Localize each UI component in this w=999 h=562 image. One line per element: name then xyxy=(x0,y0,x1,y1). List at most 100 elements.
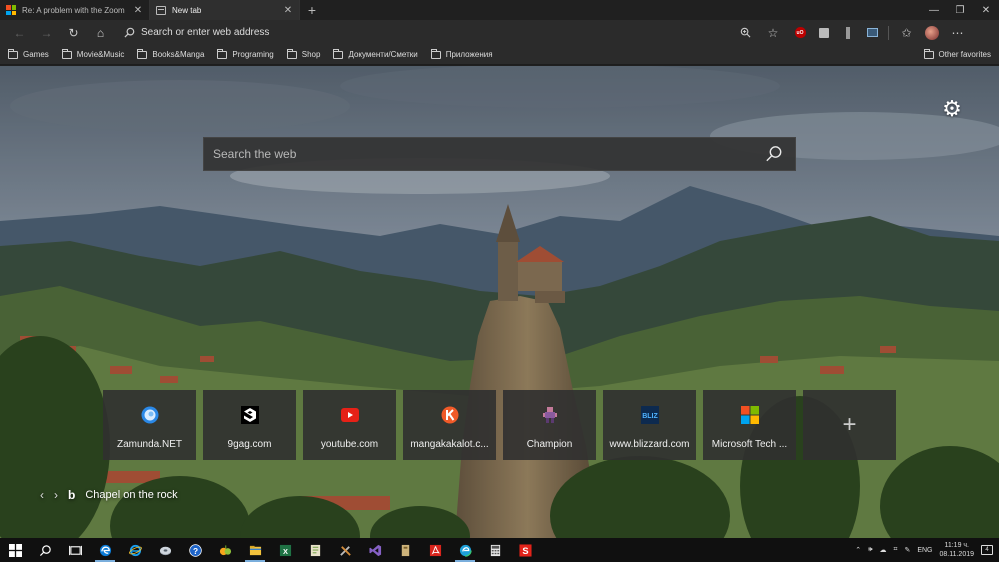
svg-text:BLIZ: BLIZ xyxy=(642,413,658,420)
taskbar-internet-explorer[interactable] xyxy=(120,538,150,562)
favorite-folder-documents[interactable]: Документи/Сметки xyxy=(333,48,418,59)
clock-date: 08.11.2019 xyxy=(939,551,974,558)
disk-app-icon xyxy=(159,546,171,555)
snip-icon: S xyxy=(518,543,532,557)
network-icon[interactable]: ⌗ xyxy=(893,546,897,554)
favorite-folder-books-manga[interactable]: Books&Manga xyxy=(137,48,204,59)
favorite-folder-applications[interactable]: Приложения xyxy=(430,48,493,59)
navigation-toolbar: ← → ↻ ⌂ Search or enter web address ☆ uO… xyxy=(0,20,999,45)
refresh-button[interactable]: ↻ xyxy=(60,22,87,44)
windows-taskbar: ? X S ⌃ 🕪 ☁ ⌗ ✎ ENG 11:19 ч. 08.11.2019 … xyxy=(0,538,999,562)
chevron-up-icon[interactable]: ⌃ xyxy=(855,546,861,554)
language-indicator[interactable]: ENG xyxy=(917,547,932,554)
top-site-tile-mangakakalot[interactable]: mangakakalot.c... xyxy=(403,390,496,460)
favorite-star-icon[interactable]: ☆ xyxy=(762,22,784,44)
favorite-folder-games[interactable]: Games xyxy=(8,48,49,59)
taskbar-app-disk[interactable] xyxy=(150,538,180,562)
top-site-tile-zamunda[interactable]: Zamunda.NET xyxy=(103,390,196,460)
profile-avatar[interactable] xyxy=(920,22,944,44)
taskbar-notes-app[interactable] xyxy=(300,538,330,562)
top-site-tile-champion[interactable]: Champion xyxy=(503,390,596,460)
plus-icon: + xyxy=(842,411,857,438)
notifications-icon[interactable]: 4 xyxy=(981,545,993,555)
taskbar-tools-app[interactable] xyxy=(330,538,360,562)
tab-zoom-problem[interactable]: Re: A problem with the Zoom le ✕ xyxy=(0,0,150,20)
taskbar-acrobat[interactable] xyxy=(420,538,450,562)
volume-icon[interactable]: 🕪 xyxy=(868,546,872,554)
search-input[interactable] xyxy=(213,147,765,161)
favorites-hub-icon[interactable]: ✩ xyxy=(893,22,920,44)
taskbar-fruit-app[interactable] xyxy=(210,538,240,562)
tab-strip: Re: A problem with the Zoom le ✕ New tab… xyxy=(0,0,999,20)
extension-box-icon[interactable] xyxy=(812,22,836,44)
visual-studio-icon xyxy=(368,544,381,556)
search-icon[interactable] xyxy=(765,145,783,163)
weather-cloud-icon[interactable]: ☁ xyxy=(879,546,886,554)
settings-gear-icon[interactable]: ⚙ xyxy=(940,96,964,121)
folder-icon xyxy=(217,48,228,59)
9gag-icon xyxy=(240,405,260,425)
extension-strip-icon[interactable] xyxy=(836,22,860,44)
taskbar-calculator[interactable] xyxy=(480,538,510,562)
forward-button[interactable]: → xyxy=(33,22,60,44)
taskbar-snip-app[interactable]: S xyxy=(510,538,540,562)
pen-icon[interactable]: ✎ xyxy=(904,546,910,554)
microsoft-icon xyxy=(740,405,760,425)
favorite-folder-programing[interactable]: Programing xyxy=(217,48,274,59)
folder-icon xyxy=(137,48,148,59)
restore-icon[interactable]: ❐ xyxy=(947,0,973,20)
minimize-icon[interactable]: — xyxy=(921,0,947,20)
excel-icon: X xyxy=(279,544,291,556)
taskbar-help[interactable]: ? xyxy=(180,538,210,562)
folder-icon xyxy=(923,48,934,59)
next-image-icon[interactable]: › xyxy=(54,488,58,502)
new-tab-icon xyxy=(156,5,166,15)
close-tab-icon[interactable]: ✕ xyxy=(283,5,293,16)
web-search-box[interactable] xyxy=(203,137,796,171)
task-view-button[interactable] xyxy=(60,538,90,562)
microsoft-icon xyxy=(6,5,16,15)
add-site-button[interactable]: + xyxy=(803,390,896,460)
extension-picture-icon[interactable] xyxy=(860,22,884,44)
address-bar[interactable]: Search or enter web address ☆ xyxy=(118,22,788,44)
top-site-tile-blizzard[interactable]: BLIZ www.blizzard.com xyxy=(603,390,696,460)
tile-label: www.blizzard.com xyxy=(609,439,690,450)
close-window-icon[interactable]: ✕ xyxy=(973,0,999,20)
top-site-tile-microsoft-tech[interactable]: Microsoft Tech ... xyxy=(703,390,796,460)
previous-image-icon[interactable]: ‹ xyxy=(40,488,44,502)
taskbar-edge[interactable] xyxy=(450,538,480,562)
taskbar-file-explorer[interactable] xyxy=(240,538,270,562)
favorite-folder-shop[interactable]: Shop xyxy=(286,48,320,59)
notes-icon xyxy=(310,544,320,556)
top-sites-grid: Zamunda.NET 9gag.com youtube.com mangaka… xyxy=(103,390,896,460)
tab-new-tab[interactable]: New tab ✕ xyxy=(150,0,300,20)
svg-text:?: ? xyxy=(192,545,197,555)
favorite-label: Programing xyxy=(232,50,274,59)
ublock-icon[interactable]: uO xyxy=(788,22,812,44)
more-menu-icon[interactable]: ⋯ xyxy=(944,22,971,44)
search-icon xyxy=(39,544,51,556)
start-button[interactable] xyxy=(0,538,30,562)
favorite-label: Документи/Сметки xyxy=(348,50,418,59)
back-button[interactable]: ← xyxy=(6,22,33,44)
taskbar-visual-studio[interactable] xyxy=(360,538,390,562)
close-tab-icon[interactable]: ✕ xyxy=(133,5,143,16)
help-icon: ? xyxy=(188,543,202,557)
zoom-icon[interactable] xyxy=(734,22,756,44)
top-site-tile-9gag[interactable]: 9gag.com xyxy=(203,390,296,460)
top-site-tile-youtube[interactable]: youtube.com xyxy=(303,390,396,460)
favorite-folder-movie-music[interactable]: Movie&Music xyxy=(61,48,124,59)
other-favorites[interactable]: Other favorites xyxy=(923,48,991,59)
add-tab-button[interactable]: + xyxy=(300,0,324,20)
toolbar-divider xyxy=(888,25,889,40)
folder-icon xyxy=(333,48,344,59)
taskbar-search-button[interactable] xyxy=(30,538,60,562)
caption-text[interactable]: Chapel on the rock xyxy=(85,489,177,501)
folder-icon xyxy=(61,48,72,59)
taskbar-document-app[interactable] xyxy=(390,538,420,562)
taskbar-edge-chromium[interactable] xyxy=(90,538,120,562)
clock[interactable]: 11:19 ч. 08.11.2019 xyxy=(939,541,974,559)
taskbar-excel[interactable]: X xyxy=(270,538,300,562)
bing-icon: b xyxy=(68,488,76,502)
home-button[interactable]: ⌂ xyxy=(87,22,114,44)
